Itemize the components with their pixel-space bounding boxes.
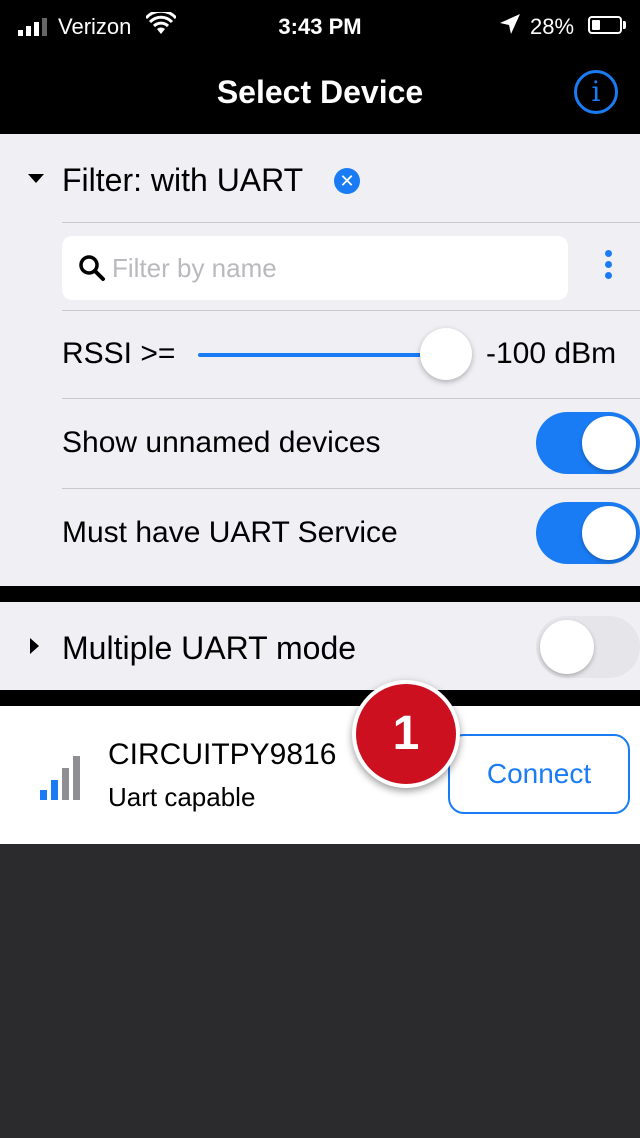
step-number-badge: 1 [352,680,460,788]
info-icon[interactable]: i [574,70,618,114]
rssi-slider-track[interactable] [198,353,438,357]
must-have-uart-toggle[interactable] [536,502,640,564]
search-icon [79,255,105,281]
show-unnamed-label: Show unnamed devices [62,426,381,459]
status-bar: Verizon 3:43 PM 28% [0,0,640,56]
disclosure-triangle-right-icon[interactable] [30,638,39,654]
empty-list-area [0,844,640,1138]
search-field[interactable] [62,236,568,300]
device-name: CIRCUITPY9816 [108,738,337,771]
rssi-label: RSSI >= [62,337,176,370]
filter-panel: Filter: with UART ✕ RSSI >= -100 dBm Sho… [0,134,640,586]
more-options-icon[interactable] [596,246,620,290]
divider [62,310,640,311]
multiple-uart-label: Multiple UART mode [62,630,357,666]
divider [62,398,640,399]
rssi-value: -100 dBm [486,337,617,370]
list-item[interactable]: CIRCUITPY9816 Uart capable Connect [0,706,640,844]
page-title: Select Device [216,74,424,110]
disclosure-triangle-down-icon[interactable] [28,174,44,183]
filter-header[interactable]: Filter: with UART ✕ [0,134,640,224]
search-input[interactable] [112,248,552,288]
battery-icon [588,16,622,34]
clear-filter-icon[interactable]: ✕ [334,168,360,194]
rssi-slider-thumb[interactable] [420,328,472,380]
location-arrow-icon [500,14,520,34]
divider [62,222,640,223]
toggle-knob [540,620,594,674]
navigation-bar: Select Device i [0,56,640,134]
filter-title: Filter: with UART [62,162,304,198]
connect-button[interactable]: Connect [448,734,630,814]
signal-strength-icon [40,756,82,800]
toggle-knob [582,416,636,470]
show-unnamed-toggle[interactable] [536,412,640,474]
must-have-uart-label: Must have UART Service [62,516,398,549]
divider [62,488,640,489]
toggle-knob [582,506,636,560]
multiple-uart-toggle[interactable] [536,616,640,678]
device-subtitle: Uart capable [108,782,256,812]
multiple-uart-row[interactable]: Multiple UART mode [0,602,640,690]
battery-tip [623,21,626,29]
battery-percent: 28% [530,14,575,39]
